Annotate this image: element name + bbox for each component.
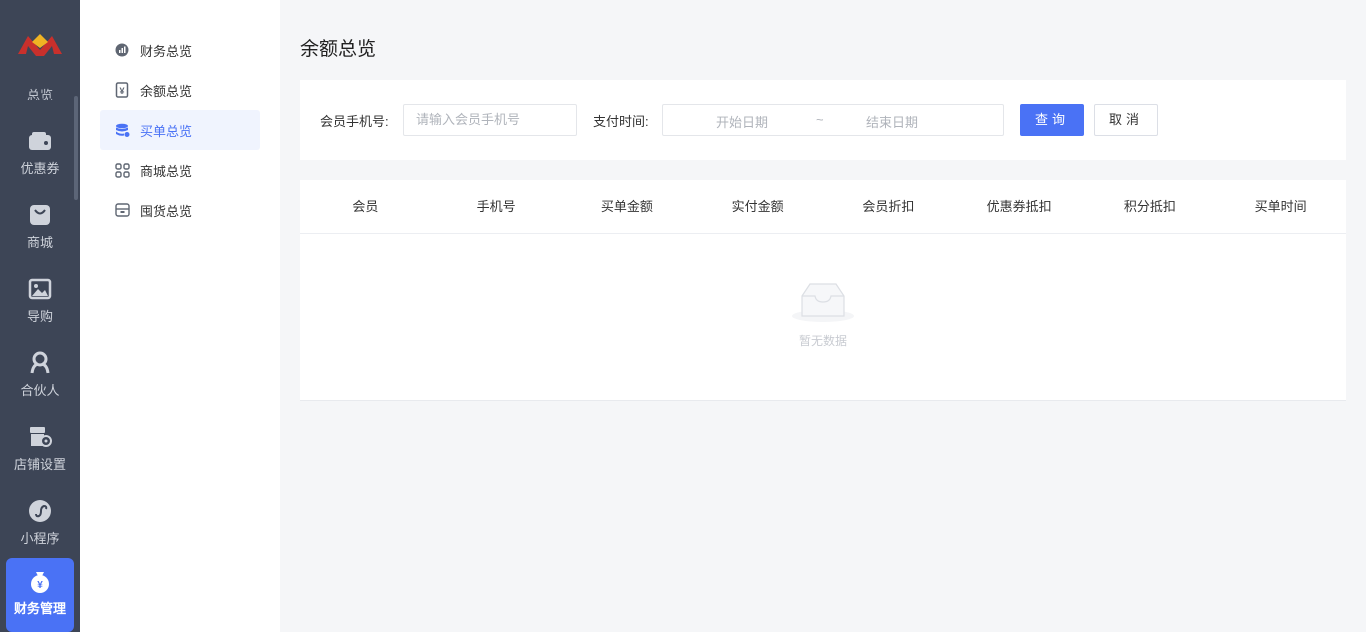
grid-icon: [114, 162, 130, 178]
database-icon: [114, 122, 130, 138]
rail-label: 店铺设置: [13, 457, 66, 472]
submenu-item-finance-overview[interactable]: 财务总览: [100, 30, 260, 70]
column-header-checkout-time: 买单时间: [1254, 199, 1307, 214]
rail-item-partner[interactable]: 合伙人: [0, 350, 80, 420]
start-date-input[interactable]: 开始日期: [716, 112, 768, 131]
finance-submenu: 财务总览 ¥ 余额总览 买单总览 商城总览 囤货总览: [80, 0, 280, 632]
empty-inbox-icon: [792, 283, 854, 322]
mini-program-icon: [29, 500, 51, 522]
page-title: 余额总览: [300, 39, 377, 60]
wallet-icon: [29, 132, 51, 150]
image-icon: [28, 278, 52, 300]
range-separator: ~: [816, 112, 824, 127]
pay-time-range-picker[interactable]: 开始日期 ~ 结束日期: [662, 104, 1004, 136]
chart-circle-icon: [114, 42, 130, 58]
submenu-item-checkout-overview[interactable]: 买单总览: [100, 110, 260, 150]
brand-logo: [18, 34, 62, 56]
rail-label: 合伙人: [20, 383, 60, 398]
storage-box-icon: [114, 202, 130, 218]
column-header-points-deduction: 积分抵扣: [1123, 199, 1176, 214]
rail-label: 商城: [26, 235, 53, 250]
main-nav-rail: 总览 优惠券 商城 导购 合伙人 店铺设置 小程序 ¥ 财务管理: [0, 0, 80, 632]
submenu-label: 囤货总览: [140, 203, 193, 219]
rail-item-finance[interactable]: ¥ 财务管理: [6, 558, 74, 632]
empty-state-text: 暂无数据: [798, 334, 847, 348]
member-phone-label: 会员手机号:: [320, 114, 389, 129]
rail-label: 财务管理: [13, 601, 66, 616]
submenu-label: 财务总览: [140, 43, 193, 59]
column-header-coupon-deduction: 优惠券抵扣: [986, 199, 1052, 214]
filter-panel: 会员手机号: 请输入会员手机号 支付时间: 开始日期 ~ 结束日期 查询 取消: [300, 80, 1346, 160]
shopping-bag-icon: [30, 205, 50, 225]
column-header-checkout-amount: 买单金额: [600, 199, 653, 214]
pay-time-label: 支付时间:: [593, 114, 649, 129]
column-header-paid-amount: 实付金额: [731, 199, 784, 214]
submenu-item-stock-overview[interactable]: 囤货总览: [100, 190, 260, 230]
checkout-table: 会员 手机号 买单金额 实付金额 会员折扣 优惠券抵扣 积分抵扣 买单时间 暂无…: [300, 180, 1346, 401]
rail-item-mall[interactable]: 商城: [0, 202, 80, 272]
column-header-member: 会员: [352, 199, 379, 214]
rail-item-store-settings[interactable]: 店铺设置: [0, 424, 80, 494]
submenu-label: 买单总览: [140, 123, 193, 139]
finance-icon: ¥: [31, 572, 49, 593]
rail-item-coupons[interactable]: 优惠券: [0, 128, 80, 198]
rail-label: 小程序: [20, 531, 60, 546]
store-settings-icon: [30, 427, 52, 447]
member-phone-placeholder: 请输入会员手机号: [416, 112, 521, 127]
column-header-phone: 手机号: [476, 199, 516, 214]
submenu-item-mall-overview[interactable]: 商城总览: [100, 150, 260, 190]
partner-icon: [30, 351, 50, 374]
rail-item-overview-partial[interactable]: 总览: [0, 86, 80, 100]
table-header: 会员 手机号 买单金额 实付金额 会员折扣 优惠券抵扣 积分抵扣 买单时间: [300, 180, 1346, 234]
rail-item-guide[interactable]: 导购: [0, 276, 80, 346]
rail-label: 导购: [26, 309, 53, 324]
submenu-label: 商城总览: [140, 163, 193, 179]
member-phone-input[interactable]: 请输入会员手机号: [403, 104, 577, 136]
cancel-button[interactable]: 取消: [1094, 104, 1158, 136]
svg-text:¥: ¥: [37, 580, 43, 591]
query-button[interactable]: 查询: [1020, 104, 1084, 136]
submenu-label: 余额总览: [140, 83, 193, 99]
svg-text:¥: ¥: [119, 86, 124, 96]
column-header-member-discount: 会员折扣: [862, 199, 915, 214]
rail-label: 优惠券: [20, 161, 60, 176]
end-date-input[interactable]: 结束日期: [866, 112, 918, 131]
yen-doc-icon: ¥: [114, 82, 130, 98]
submenu-item-balance-overview[interactable]: ¥ 余额总览: [100, 70, 260, 110]
